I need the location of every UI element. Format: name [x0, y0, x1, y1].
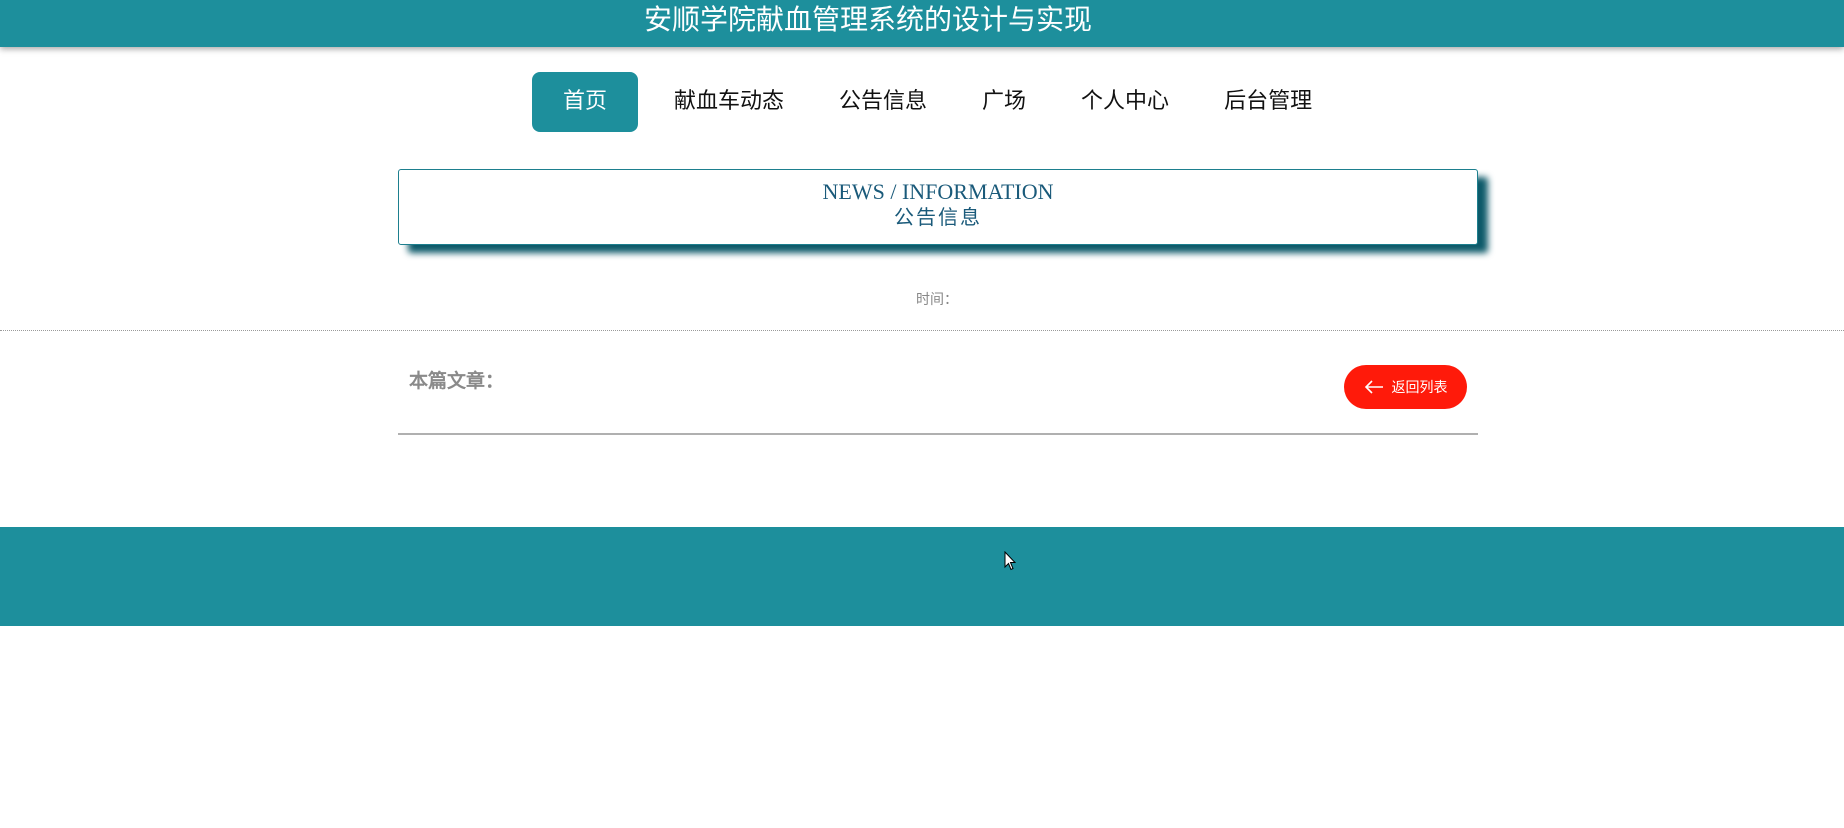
top-header-bar: 安顺学院献血管理系统的设计与实现: [0, 0, 1844, 47]
back-to-list-button[interactable]: 返回列表: [1344, 365, 1467, 409]
article-content-label: 本篇文章：: [409, 370, 505, 392]
section-heading: NEWS / INFORMATION 公告信息: [398, 169, 1478, 245]
section-title-en: NEWS / INFORMATION: [822, 179, 1054, 204]
arrow-left-icon: [1364, 380, 1383, 394]
footer-bar: [0, 527, 1844, 626]
nav-item-square[interactable]: 广场: [963, 72, 1045, 132]
section-title-cn: 公告信息: [894, 205, 982, 229]
article-time: 时间：: [916, 292, 958, 308]
nav-item-home[interactable]: 首页: [532, 72, 638, 132]
nav-item-admin[interactable]: 后台管理: [1205, 72, 1331, 132]
main-nav: 首页 献血车动态 公告信息 广场 个人中心 后台管理: [532, 72, 1348, 132]
mouse-pointer-icon: [1004, 551, 1016, 571]
back-to-list-label: 返回列表: [1391, 380, 1448, 396]
solid-divider: [398, 433, 1478, 435]
site-title: 安顺学院献血管理系统的设计与实现: [643, 3, 1092, 36]
dotted-divider: [0, 330, 1844, 331]
nav-item-personal-center[interactable]: 个人中心: [1062, 72, 1188, 132]
nav-item-blood-bus[interactable]: 献血车动态: [655, 72, 803, 132]
nav-item-announcements[interactable]: 公告信息: [820, 72, 946, 132]
